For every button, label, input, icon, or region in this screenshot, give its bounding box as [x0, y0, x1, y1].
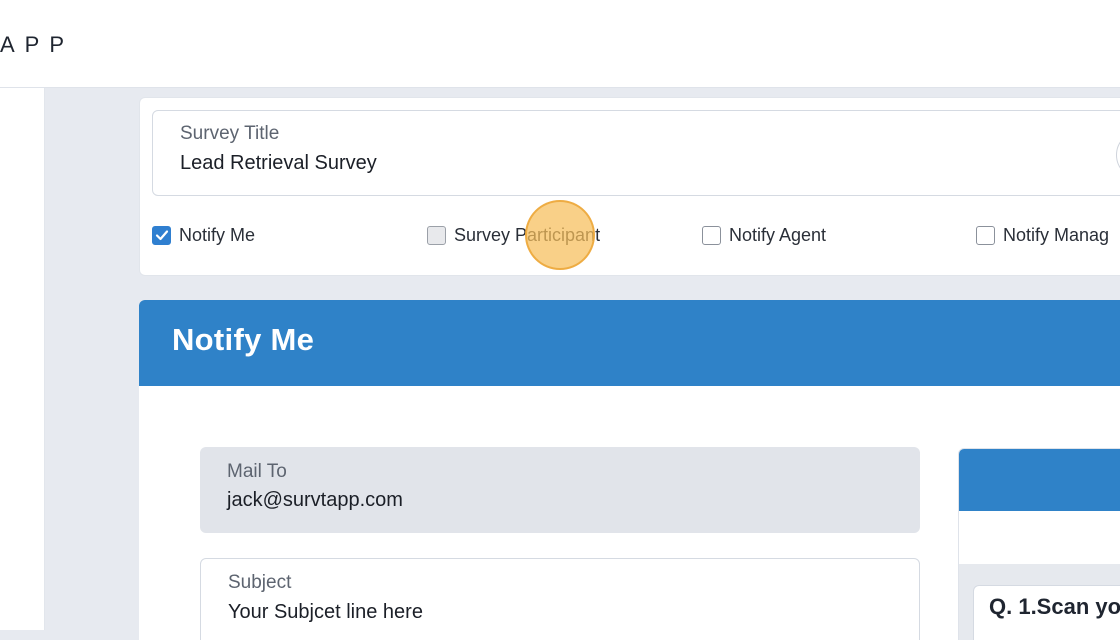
survey-participant-checkbox[interactable] [427, 225, 446, 245]
notification-options: Notify Me Survey Participant Notify Agen… [140, 216, 1120, 256]
notify-me-checkbox[interactable] [152, 225, 171, 245]
notify-agent-option[interactable]: Notify Agent [702, 222, 826, 248]
question-preview-card: Q. 1.Scan yo [973, 585, 1120, 640]
email-preview-header [959, 449, 1120, 511]
top-bar: APP [0, 0, 1120, 88]
brand-logo: APP [0, 32, 75, 57]
notify-agent-label: Notify Agent [729, 224, 827, 245]
subject-value[interactable]: Your Subjcet line here [228, 601, 423, 624]
check-icon [155, 230, 168, 241]
subject-label: Subject [228, 572, 292, 593]
side-panel [0, 88, 45, 630]
question-preview-text: Q. 1.Scan yo [989, 594, 1120, 619]
notify-me-title: Notify Me [172, 322, 315, 357]
notify-agent-checkbox[interactable] [702, 225, 721, 245]
notify-me-panel: Notify Me Mail To jack@survtapp.com Subj… [139, 300, 1120, 640]
title-action-button[interactable] [1116, 131, 1120, 179]
notify-me-option[interactable]: Notify Me [152, 222, 255, 248]
survey-title-value[interactable]: Lead Retrieval Survey [180, 152, 377, 175]
click-marker [525, 200, 595, 270]
subject-field[interactable]: Subject Your Subjcet line here [200, 558, 920, 640]
notify-manager-option[interactable]: Notify Manag [976, 222, 1109, 248]
notify-me-header: Notify Me [139, 300, 1120, 386]
mail-to-label: Mail To [227, 461, 287, 482]
survey-title-label: Survey Title [180, 123, 280, 144]
notify-manager-label: Notify Manag [1003, 224, 1110, 245]
survey-settings-card: Survey Title Lead Retrieval Survey Notif… [139, 97, 1120, 276]
survey-title-field[interactable]: Survey Title Lead Retrieval Survey [152, 110, 1120, 196]
notify-me-label: Notify Me [179, 224, 256, 245]
notify-manager-checkbox[interactable] [976, 225, 995, 245]
mail-to-field[interactable]: Mail To jack@survtapp.com [200, 447, 920, 533]
email-preview-panel: Q. 1.Scan yo [958, 448, 1120, 640]
mail-to-value: jack@survtapp.com [227, 489, 403, 511]
